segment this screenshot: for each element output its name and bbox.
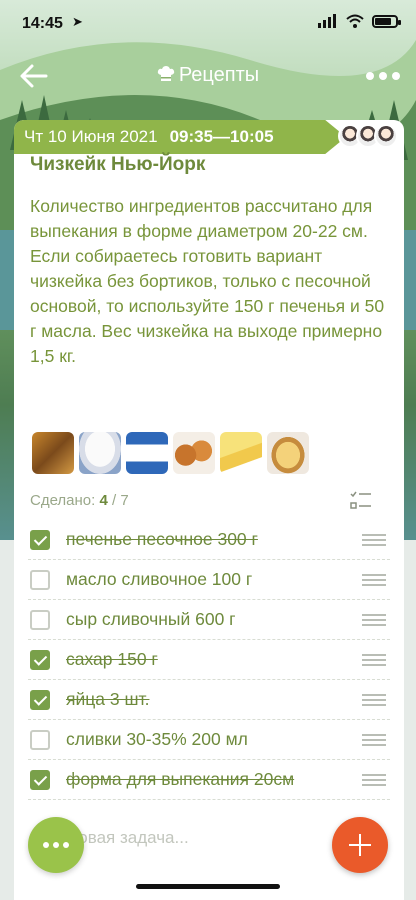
add-button[interactable] (332, 817, 388, 873)
photo-cream-cheese[interactable] (79, 432, 121, 474)
more-actions-button[interactable] (28, 817, 84, 873)
clock: 14:45 (22, 15, 63, 32)
checklist-item-label: сливки 30-35% 200 мл (66, 729, 248, 749)
photo-cheesecake[interactable] (267, 432, 309, 474)
checklist-item[interactable]: печенье песочное 300 г (28, 520, 390, 560)
done-label: Сделано: (30, 492, 96, 509)
drag-handle-icon[interactable] (362, 653, 386, 666)
battery-icon (372, 14, 401, 28)
avatar (374, 124, 398, 148)
photo-cream-carton[interactable] (126, 432, 168, 474)
checkbox[interactable] (30, 529, 50, 550)
recipe-description[interactable]: Количество ингредиентов рассчитано для в… (30, 194, 390, 369)
checklist-item[interactable]: сахар 150 г (28, 640, 390, 680)
page-title: Рецепты (0, 64, 416, 87)
recipe-title[interactable]: Чизкейк Нью-Йорк (30, 154, 205, 176)
checklist-item-label: масло сливочное 100 г (66, 569, 253, 589)
nav-bar: Рецепты (0, 52, 416, 102)
checklist-item[interactable]: сыр сливочный 600 г (28, 600, 390, 640)
location-arrow-icon: ➤ (72, 14, 83, 29)
drag-handle-icon[interactable] (362, 533, 386, 546)
date-banner[interactable]: Чт 10 Июня 2021 09:35—10:05 (14, 120, 346, 154)
page-title-text: Рецепты (178, 64, 260, 86)
event-date: Чт 10 Июня 2021 (24, 127, 158, 146)
drag-handle-icon[interactable] (362, 573, 386, 586)
more-dots-icon[interactable] (366, 72, 400, 80)
checkbox[interactable] (30, 689, 50, 710)
photo-eggs[interactable] (173, 432, 215, 474)
checklist: печенье песочное 300 г масло сливочное 10… (28, 520, 390, 800)
checklist-item[interactable]: сливки 30-35% 200 мл (28, 720, 390, 760)
attachments-photos (32, 432, 309, 474)
wifi-icon (346, 14, 364, 28)
checklist-item-label: сыр сливочный 600 г (66, 609, 236, 629)
checklist-item-label: яйца 3 шт. (66, 689, 150, 709)
checklist-item-label: сахар 150 г (66, 649, 158, 669)
checkbox[interactable] (30, 609, 50, 630)
checklist-icon[interactable] (350, 490, 372, 512)
checklist-item-label: форма для выпекания 20см (66, 769, 295, 789)
done-count: 4 (99, 492, 108, 509)
status-bar: 14:45 ➤ (0, 0, 416, 50)
drag-handle-icon[interactable] (362, 773, 386, 786)
total-count: / 7 (112, 492, 129, 509)
photo-cookies[interactable] (32, 432, 74, 474)
participants-avatars[interactable] (338, 124, 398, 148)
checklist-item[interactable]: форма для выпекания 20см (28, 760, 390, 800)
chef-hat-icon (157, 66, 175, 81)
home-indicator (136, 884, 280, 889)
checkbox[interactable] (30, 649, 50, 670)
drag-handle-icon[interactable] (362, 613, 386, 626)
event-time-range: 09:35—10:05 (169, 127, 274, 146)
checklist-item[interactable]: яйца 3 шт. (28, 680, 390, 720)
checklist-item[interactable]: масло сливочное 100 г (28, 560, 390, 600)
done-counter: Сделано: 4 / 7 (30, 492, 129, 509)
checkbox[interactable] (30, 769, 50, 790)
checklist-item-label: печенье песочное 300 г (66, 529, 258, 549)
checkbox[interactable] (30, 729, 50, 750)
photo-butter[interactable] (220, 432, 262, 474)
drag-handle-icon[interactable] (362, 733, 386, 746)
recipe-card: Чт 10 Июня 2021 09:35—10:05 Чизкейк Нью-… (14, 120, 404, 900)
checkbox[interactable] (30, 569, 50, 590)
new-task-input[interactable]: Новая задача... (66, 828, 189, 848)
drag-handle-icon[interactable] (362, 693, 386, 706)
signal-bars-icon (318, 14, 336, 28)
